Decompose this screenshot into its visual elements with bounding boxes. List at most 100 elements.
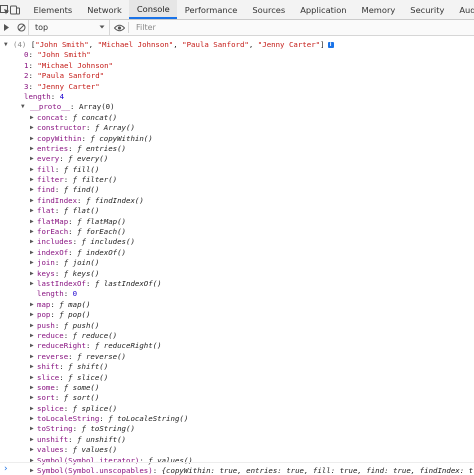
tab-memory[interactable]: Memory <box>354 0 403 19</box>
entry-value: "John Smith" <box>37 50 91 60</box>
proto-member-row[interactable]: ▶ entries: ƒ entries() <box>0 144 474 154</box>
colon-sep: : <box>54 258 64 268</box>
array-summary-row[interactable]: ▼ (4) ["John Smith", "Michael Johnson", … <box>0 40 474 50</box>
proto-member-row[interactable]: ▶ indexOf: ƒ indexOf() <box>0 248 474 258</box>
expand-triangle-icon[interactable]: ▶ <box>30 362 34 372</box>
expand-triangle-icon[interactable]: ▶ <box>30 175 34 185</box>
proto-member-row[interactable]: ▶ reverse: ƒ reverse() <box>0 352 474 362</box>
expand-triangle-icon[interactable]: ▶ <box>30 113 34 123</box>
tab-sources[interactable]: Sources <box>245 0 293 19</box>
expand-triangle-icon[interactable]: ▶ <box>30 352 34 362</box>
proto-member-row[interactable]: ▶ includes: ƒ includes() <box>0 237 474 247</box>
proto-member-row[interactable]: ▶ every: ƒ every() <box>0 154 474 164</box>
expand-triangle-icon[interactable]: ▶ <box>30 217 34 227</box>
proto-member-row[interactable]: ▶ map: ƒ map() <box>0 300 474 310</box>
expand-triangle-icon[interactable]: ▶ <box>30 414 34 424</box>
proto-member-row[interactable]: ▶ reduceRight: ƒ reduceRight() <box>0 341 474 351</box>
expand-triangle-icon[interactable]: ▶ <box>30 227 34 237</box>
tab-network[interactable]: Network <box>80 0 130 19</box>
proto-member-row[interactable]: ▶ sort: ƒ sort() <box>0 393 474 403</box>
colon-sep: : <box>68 351 78 361</box>
collapse-triangle-icon[interactable]: ▼ <box>21 102 25 112</box>
expand-triangle-icon[interactable]: ▶ <box>30 300 34 310</box>
expand-triangle-icon[interactable]: ▶ <box>30 206 34 216</box>
device-toolbar-icon[interactable] <box>10 0 20 19</box>
expand-triangle-icon[interactable]: ▶ <box>30 424 34 434</box>
proto-member-row[interactable]: ▶ some: ƒ some() <box>0 383 474 393</box>
proto-member-row[interactable]: ▶ copyWithin: ƒ copyWithin() <box>0 134 474 144</box>
proto-member-row[interactable]: ▶ findIndex: ƒ findIndex() <box>0 196 474 206</box>
expand-triangle-icon[interactable]: ▶ <box>30 237 34 247</box>
live-expression-eye-icon[interactable] <box>110 20 128 35</box>
expand-triangle-icon[interactable]: ▶ <box>30 435 34 445</box>
collapse-triangle-icon[interactable]: ▼ <box>4 40 8 50</box>
console-output: ▼ (4) ["John Smith", "Michael Johnson", … <box>0 36 474 475</box>
tab-console[interactable]: Console <box>129 0 178 19</box>
expand-triangle-icon[interactable]: ▶ <box>30 123 34 133</box>
proto-member-row[interactable]: ▶ splice: ƒ splice() <box>0 404 474 414</box>
expand-triangle-icon[interactable]: ▶ <box>30 154 34 164</box>
expand-triangle-icon[interactable]: ▶ <box>30 404 34 414</box>
execution-context-select[interactable]: top <box>28 20 110 35</box>
proto-member-row[interactable]: ▶ join: ƒ join() <box>0 258 474 268</box>
proto-member-row[interactable]: ▶ forEach: ƒ forEach() <box>0 227 474 237</box>
expand-triangle-icon[interactable]: ▶ <box>30 134 34 144</box>
expand-triangle-icon[interactable]: ▶ <box>30 258 34 268</box>
tab-audits[interactable]: Audits <box>452 0 474 19</box>
proto-member-row[interactable]: ▶ flatMap: ƒ flatMap() <box>0 217 474 227</box>
show-sidebar-icon[interactable] <box>0 20 14 35</box>
expand-triangle-icon[interactable]: ▶ <box>30 373 34 383</box>
proto-member-row[interactable]: ▶ find: ƒ find() <box>0 185 474 195</box>
proto-member-row[interactable]: ▶ slice: ƒ slice() <box>0 373 474 383</box>
expand-triangle-icon[interactable]: ▶ <box>30 383 34 393</box>
colon-sep: : <box>68 227 78 237</box>
console-prompt-icon: › <box>4 464 8 474</box>
proto-member-row[interactable]: ▶ keys: ƒ keys() <box>0 269 474 279</box>
tab-application[interactable]: Application <box>293 0 354 19</box>
proto-member-row[interactable]: ▶ reduce: ƒ reduce() <box>0 331 474 341</box>
expand-triangle-icon[interactable]: ▶ <box>30 144 34 154</box>
proto-row[interactable]: ▼ __proto__: Array(0) <box>0 102 474 112</box>
proto-member-row[interactable]: ▶ unshift: ƒ unshift() <box>0 435 474 445</box>
proto-member-row[interactable]: ▶ fill: ƒ fill() <box>0 165 474 175</box>
expand-triangle-icon[interactable]: ▶ <box>30 393 34 403</box>
expand-triangle-icon[interactable]: ▶ <box>30 321 34 331</box>
proto-member-row[interactable]: ▶ values: ƒ values() <box>0 445 474 455</box>
expand-triangle-icon[interactable]: ▶ <box>30 269 34 279</box>
expand-triangle-icon[interactable]: ▶ <box>30 248 34 258</box>
console-filter-input[interactable] <box>129 20 474 35</box>
proto-member-row[interactable]: ▶ toString: ƒ toString() <box>0 424 474 434</box>
tab-security[interactable]: Security <box>403 0 452 19</box>
proto-member-row[interactable]: ▶ flat: ƒ flat() <box>0 206 474 216</box>
member-value: ƒ unshift() <box>77 434 127 444</box>
member-value: ƒ splice() <box>72 403 118 413</box>
tab-performance[interactable]: Performance <box>177 0 245 19</box>
proto-member-row[interactable]: ▶ filter: ƒ filter() <box>0 175 474 185</box>
info-badge-icon[interactable]: i <box>327 42 334 48</box>
proto-member-row[interactable]: ▶ pop: ƒ pop() <box>0 310 474 320</box>
expand-triangle-icon[interactable]: ▶ <box>30 185 34 195</box>
proto-member-row[interactable]: ▶ concat: ƒ concat() <box>0 113 474 123</box>
inspect-element-icon[interactable] <box>0 0 10 19</box>
colon-sep: : <box>59 154 69 164</box>
proto-member-row[interactable]: ▶ lastIndexOf: ƒ lastIndexOf() <box>0 279 474 289</box>
expand-triangle-icon[interactable]: ▶ <box>30 341 34 351</box>
tab-elements[interactable]: Elements <box>26 0 80 19</box>
expand-triangle-icon[interactable]: ▶ <box>30 445 34 455</box>
expand-triangle-icon[interactable]: ▶ <box>30 196 34 206</box>
expand-triangle-icon[interactable]: ▶ <box>30 310 34 320</box>
clear-console-icon[interactable] <box>14 20 28 35</box>
proto-member-row[interactable]: ▶ toLocaleString: ƒ toLocaleString() <box>0 414 474 424</box>
expand-triangle-icon[interactable]: ▶ <box>30 165 34 175</box>
proto-member-row[interactable]: ▶ constructor: ƒ Array() <box>0 123 474 133</box>
colon-sep: : <box>85 341 95 351</box>
console-prompt[interactable]: › <box>0 462 474 475</box>
colon-sep: : <box>63 112 73 122</box>
expand-triangle-icon[interactable]: ▶ <box>30 279 34 289</box>
member-key: keys <box>37 268 55 278</box>
member-value: ƒ toString() <box>81 424 135 434</box>
expand-triangle-icon[interactable]: ▶ <box>30 331 34 341</box>
proto-member-row[interactable]: ▶ shift: ƒ shift() <box>0 362 474 372</box>
proto-member-row[interactable]: ▶ push: ƒ push() <box>0 321 474 331</box>
array-entry-row: 3: "Jenny Carter" <box>0 82 474 92</box>
